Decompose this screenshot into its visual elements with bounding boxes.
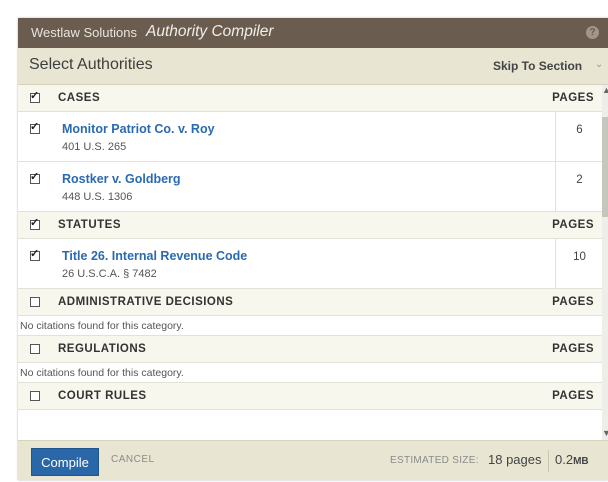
file-size: 0.2MB	[555, 452, 589, 467]
pages-header: PAGES	[552, 219, 594, 231]
section-label: STATUTES	[58, 219, 121, 231]
brand-name: Westlaw Solutions	[31, 25, 137, 40]
pages-header: PAGES	[552, 92, 594, 104]
pages-header: PAGES	[552, 390, 594, 402]
authorities-list: CASES PAGES Monitor Patriot Co. v. Roy 4…	[18, 85, 602, 440]
section-checkbox-administrative-decisions[interactable]	[30, 297, 40, 307]
authority-citation: 26 U.S.C.A. § 7482	[62, 268, 157, 280]
page-count: 6	[576, 124, 583, 136]
pages-cell: 6	[555, 112, 602, 161]
authority-citation: 448 U.S. 1306	[62, 191, 133, 203]
pages-cell: 2	[555, 162, 602, 211]
pages-header: PAGES	[552, 343, 594, 355]
sub-header: Select Authorities Skip To Section ⌄	[18, 48, 608, 85]
pages-cell: 10	[555, 239, 602, 288]
page-title: Select Authorities	[29, 56, 153, 73]
empty-message: No citations found for this category.	[20, 320, 184, 332]
section-label: COURT RULES	[58, 390, 147, 402]
authority-checkbox[interactable]	[30, 247, 40, 261]
authority-link[interactable]: Monitor Patriot Co. v. Roy	[62, 122, 215, 136]
section-checkbox-regulations[interactable]	[30, 344, 40, 354]
empty-category-row: No citations found for this category.	[18, 316, 602, 336]
empty-message: No citations found for this category.	[20, 367, 184, 379]
empty-category-row: No citations found for this category.	[18, 363, 602, 383]
section-checkbox-cases[interactable]	[30, 89, 40, 103]
estimated-size-value: 18 pages	[488, 452, 542, 467]
section-header-administrative-decisions: ADMINISTRATIVE DECISIONS PAGES	[18, 289, 602, 316]
pages-header: PAGES	[552, 296, 594, 308]
scrollbar-thumb[interactable]	[602, 117, 608, 217]
vertical-scrollbar[interactable]	[602, 85, 608, 440]
section-label: ADMINISTRATIVE DECISIONS	[58, 296, 234, 308]
authority-link[interactable]: Rostker v. Goldberg	[62, 172, 181, 186]
authority-row: Rostker v. Goldberg 448 U.S. 1306 2	[18, 162, 602, 212]
section-header-statutes: STATUTES PAGES	[18, 212, 602, 239]
section-header-cases: CASES PAGES	[18, 85, 602, 112]
authority-checkbox[interactable]	[30, 170, 40, 184]
file-size-unit: MB	[573, 456, 589, 467]
section-label: REGULATIONS	[58, 343, 147, 355]
authority-citation: 401 U.S. 265	[62, 141, 127, 153]
skip-to-section-dropdown[interactable]: Skip To Section	[493, 59, 582, 73]
product-name: Authority Compiler	[146, 23, 274, 40]
authority-row: Title 26. Internal Revenue Code 26 U.S.C…	[18, 239, 602, 289]
section-header-regulations: REGULATIONS PAGES	[18, 336, 602, 363]
scroll-down-icon[interactable]: ▼	[602, 428, 608, 438]
section-label: CASES	[58, 92, 101, 104]
footer-divider	[548, 450, 549, 472]
authority-compiler-window: Westlaw Solutions Authority Compiler ? S…	[18, 18, 608, 480]
title-bar: Westlaw Solutions Authority Compiler ?	[18, 18, 608, 48]
chevron-down-icon[interactable]: ⌄	[595, 59, 603, 70]
compile-button[interactable]: Compile	[31, 448, 99, 476]
authority-link[interactable]: Title 26. Internal Revenue Code	[62, 249, 247, 263]
file-size-value: 0.2	[555, 452, 574, 467]
section-checkbox-court-rules[interactable]	[30, 391, 40, 401]
estimated-size-label: ESTIMATED SIZE:	[390, 455, 479, 466]
footer-bar: Compile CANCEL ESTIMATED SIZE: 18 pages …	[18, 440, 608, 480]
authority-checkbox[interactable]	[30, 120, 40, 134]
help-icon[interactable]: ?	[586, 26, 599, 39]
section-checkbox-statutes[interactable]	[30, 216, 40, 230]
section-header-court-rules: COURT RULES PAGES	[18, 383, 602, 410]
page-count: 2	[576, 174, 583, 186]
authority-row: Monitor Patriot Co. v. Roy 401 U.S. 265 …	[18, 112, 602, 162]
cancel-link[interactable]: CANCEL	[111, 454, 155, 465]
page-count: 10	[573, 251, 586, 263]
scroll-up-icon[interactable]: ▲	[602, 85, 608, 95]
